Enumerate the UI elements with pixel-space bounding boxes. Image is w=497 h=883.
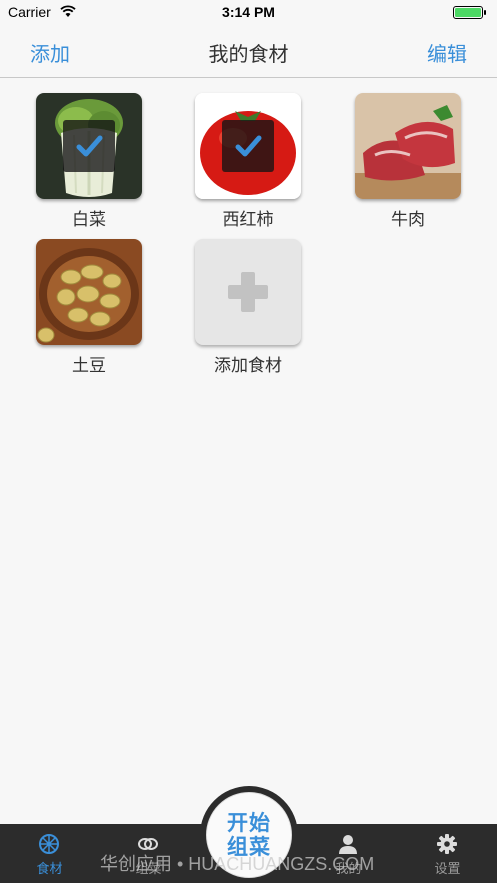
tab-label: 设置 bbox=[434, 862, 461, 877]
tab-label: 食材 bbox=[36, 862, 63, 877]
potatoes-image bbox=[36, 239, 142, 345]
watermark: 华创应用 • HUACHUANGZS.COM bbox=[100, 854, 375, 874]
ingredient-tile-tomato[interactable]: 西红柿 bbox=[194, 93, 302, 230]
selected-overlay bbox=[222, 120, 274, 172]
status-time: 3:14 PM bbox=[222, 4, 275, 20]
start-combo-line1: 开始 bbox=[227, 811, 271, 835]
tab-settings[interactable]: 设置 bbox=[398, 824, 497, 883]
ingredient-label: 土豆 bbox=[72, 356, 106, 376]
status-bar: Carrier 3:14 PM bbox=[0, 0, 497, 26]
ingredient-label: 西红柿 bbox=[222, 210, 274, 230]
page-title: 我的食材 bbox=[208, 42, 289, 66]
add-ingredient-button[interactable] bbox=[195, 239, 301, 345]
ingredient-tile-beef[interactable]: 牛肉 bbox=[354, 93, 462, 230]
selected-overlay bbox=[63, 120, 115, 172]
tab-ingredients[interactable]: 食材 bbox=[0, 824, 99, 883]
navigation-bar: 添加 我的食材 编辑 bbox=[0, 26, 497, 78]
battery-icon bbox=[453, 6, 486, 19]
gear-icon bbox=[437, 834, 457, 854]
ingredient-label: 牛肉 bbox=[391, 210, 425, 230]
ingredient-label: 白菜 bbox=[72, 210, 106, 230]
ingredient-tile-potatoes[interactable]: 土豆 bbox=[35, 239, 143, 376]
beef-image bbox=[355, 93, 461, 199]
add-ingredient-label: 添加食材 bbox=[214, 356, 282, 376]
ingredient-tile-cabbage[interactable]: 白菜 bbox=[35, 93, 143, 230]
plus-icon bbox=[228, 272, 268, 312]
edit-button[interactable]: 编辑 bbox=[427, 38, 467, 67]
tomato-image bbox=[195, 93, 301, 199]
ingredients-icon bbox=[39, 834, 59, 854]
cabbage-image bbox=[36, 93, 142, 199]
add-ingredient-tile[interactable]: 添加食材 bbox=[194, 239, 302, 376]
checkmark-icon bbox=[235, 135, 262, 157]
checkmark-icon bbox=[76, 135, 103, 157]
